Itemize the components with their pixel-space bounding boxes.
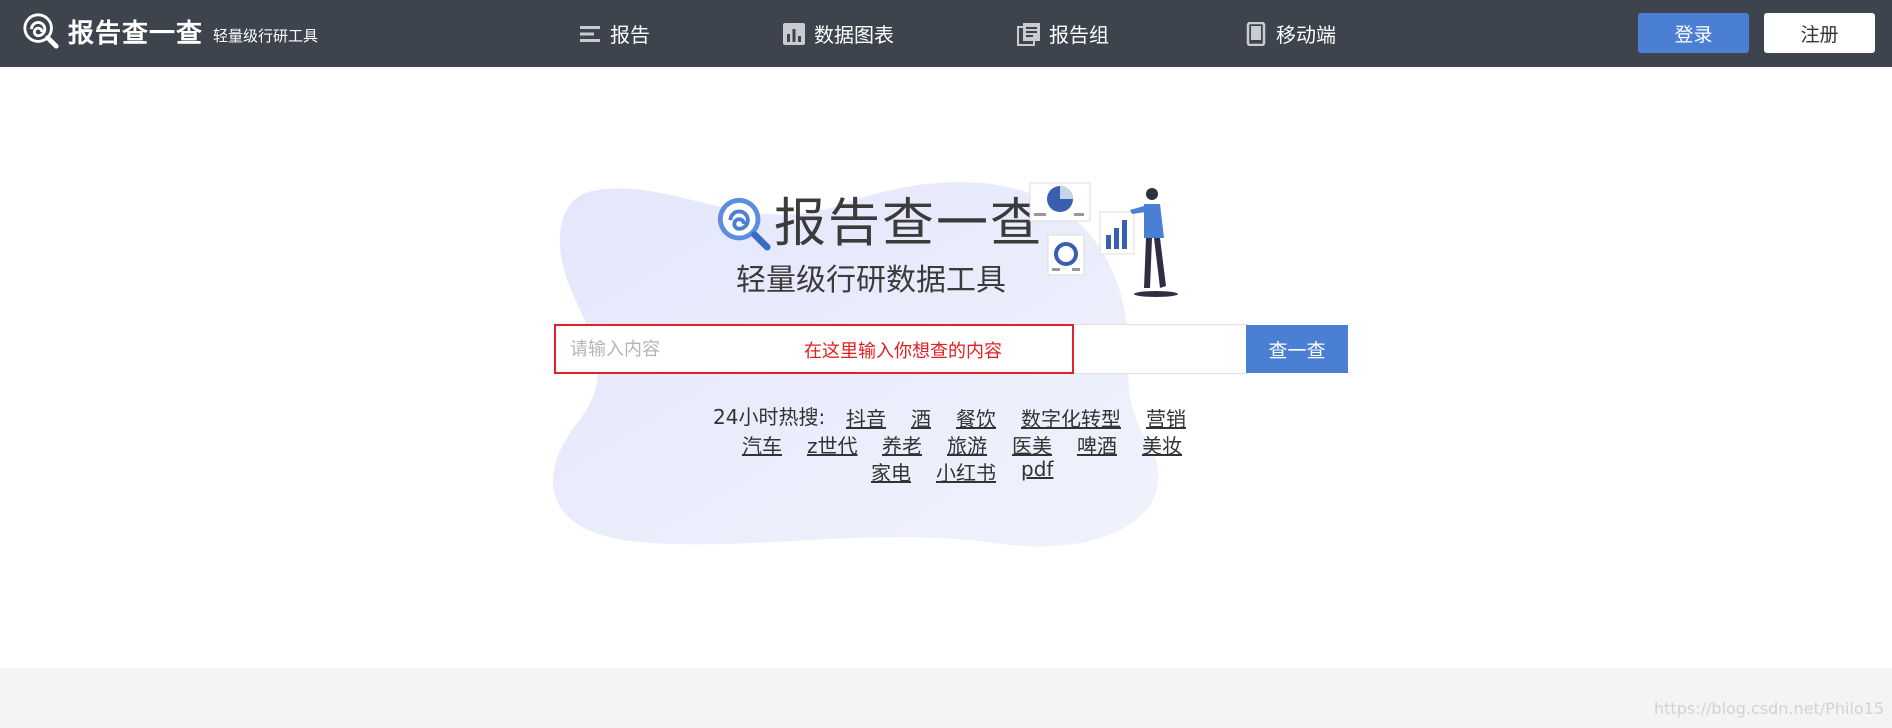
nav-item-report-groups[interactable]: 报告组 [1017,0,1109,67]
hot-keyword[interactable]: z世代 [807,430,858,459]
bar-chart-icon [783,22,805,45]
hero-subtitle: 轻量级行研数据工具 [736,263,1006,298]
search-hint-annotation: 在这里输入你想查的内容 [804,341,1002,362]
nav-item-data-charts[interactable]: 数据图表 [782,0,894,67]
logo-name: 报告查一查 [68,18,204,49]
hot-keyword[interactable]: 美妆 [1142,430,1182,459]
hot-keyword[interactable]: 抖音 [846,403,886,432]
register-button[interactable]: 注册 [1764,13,1875,53]
hero-title: 报告查一查 [774,194,1045,254]
hot-keyword[interactable]: 小红书 [936,457,996,486]
footer-band [0,668,1892,728]
magnifier-logo-icon [717,197,771,251]
top-navbar: 报告查一查 轻量级行研工具 报告 数据图表 报告组 移动端 登录 注册 [0,0,1892,67]
mobile-phone-icon [1246,21,1266,46]
person-presenting-charts-illustration [1029,182,1178,297]
hot-keyword[interactable]: 啤酒 [1077,430,1117,459]
hot-keyword[interactable]: 养老 [882,430,922,459]
nav-label: 报告组 [1049,23,1109,47]
magnifier-logo-icon [23,13,59,49]
hot-keyword[interactable]: 营销 [1146,403,1186,432]
hot-keyword[interactable]: 汽车 [742,430,782,459]
nav-label: 报告 [610,23,650,47]
hot-searches-label: 24小时热搜: [713,405,826,429]
hot-keyword[interactable]: 数字化转型 [1021,403,1121,432]
site-logo[interactable]: 报告查一查 轻量级行研工具 [22,12,318,50]
hot-keyword[interactable]: 餐饮 [956,403,996,432]
hot-keyword[interactable]: pdf [1021,457,1053,481]
nav-item-mobile[interactable]: 移动端 [1244,0,1336,67]
nav-item-reports[interactable]: 报告 [578,0,650,67]
hot-keyword[interactable]: 酒 [911,403,931,432]
watermark-text: https://blog.csdn.net/Philo15 [1654,699,1884,718]
hot-keyword[interactable]: 旅游 [947,430,987,459]
search-button[interactable]: 查一查 [1246,325,1348,373]
nav-label: 移动端 [1276,23,1336,47]
login-button[interactable]: 登录 [1638,13,1749,53]
hot-keyword[interactable]: 家电 [871,457,911,486]
document-stack-icon [1017,22,1040,46]
logo-subtitle: 轻量级行研工具 [213,26,319,45]
nav-label: 数据图表 [814,23,894,47]
menu-lines-icon [580,25,600,42]
hot-keyword[interactable]: 医美 [1012,430,1052,459]
